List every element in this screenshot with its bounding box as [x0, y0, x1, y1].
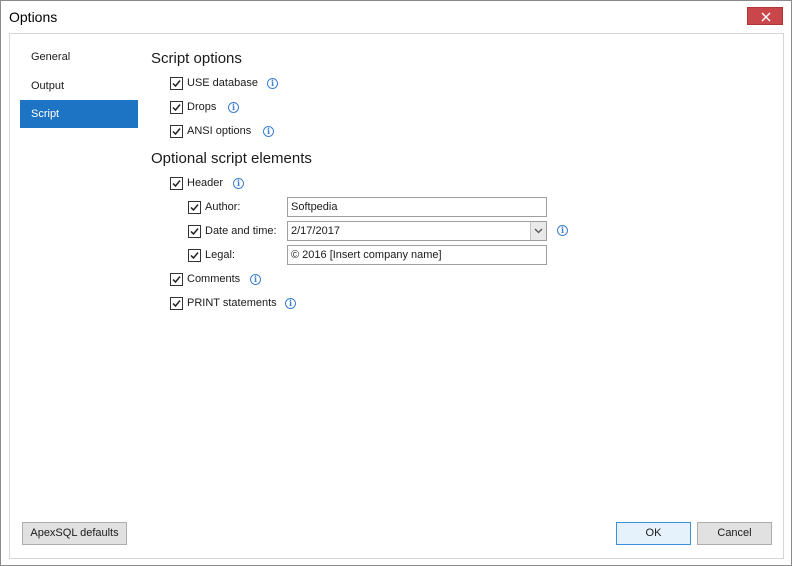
author-input[interactable]: Softpedia [287, 197, 547, 217]
nav-item-output[interactable]: Output [20, 72, 138, 100]
author-label: Author: [205, 201, 241, 213]
legal-checkbox[interactable] [188, 248, 201, 262]
comments-option[interactable]: Comments [170, 270, 240, 288]
ansi-options-label: ANSI options [187, 125, 252, 137]
comments-checkbox[interactable] [170, 272, 183, 286]
header-option[interactable]: Header [170, 174, 223, 192]
author-option[interactable]: Author: [188, 198, 240, 216]
info-icon[interactable]: i [233, 178, 244, 189]
info-icon[interactable]: i [285, 298, 296, 309]
checkmark-icon [190, 227, 199, 235]
print-statements-option[interactable]: PRINT statements [170, 294, 277, 312]
print-statements-checkbox[interactable] [170, 296, 183, 310]
nav-item-general[interactable]: General [20, 43, 138, 71]
title-bar: Options [1, 1, 791, 33]
date-time-checkbox[interactable] [188, 224, 201, 238]
checkmark-icon [172, 103, 181, 111]
info-icon[interactable]: i [267, 78, 278, 89]
date-time-label: Date and time: [205, 225, 277, 237]
dropdown-button[interactable] [530, 222, 546, 240]
checkmark-icon [172, 299, 181, 307]
legal-label: Legal: [205, 249, 235, 261]
header-label: Header [187, 177, 224, 189]
chevron-down-icon [534, 228, 543, 234]
cancel-button[interactable]: Cancel [697, 522, 772, 545]
date-time-option[interactable]: Date and time: [188, 222, 277, 240]
comments-label: Comments [187, 273, 241, 285]
info-icon[interactable]: i [250, 274, 261, 285]
apexsql-defaults-button[interactable]: ApexSQL defaults [22, 522, 127, 545]
info-icon[interactable]: i [263, 126, 274, 137]
script-options-heading: Script options [151, 50, 242, 67]
nav-item-script[interactable]: Script [20, 100, 138, 128]
header-checkbox[interactable] [170, 176, 183, 190]
legal-input[interactable]: © 2016 [Insert company name] [287, 245, 547, 265]
checkmark-icon [172, 79, 181, 87]
checkmark-icon [190, 203, 199, 211]
date-time-select[interactable]: 2/17/2017 [287, 221, 547, 241]
author-checkbox[interactable] [188, 200, 201, 214]
options-dialog: Options General Output Script Script opt… [0, 0, 792, 566]
use-database-option[interactable]: USE database [170, 74, 258, 92]
print-statements-label: PRINT statements [187, 297, 277, 309]
date-time-value: 2/17/2017 [291, 225, 340, 237]
close-button[interactable] [747, 7, 783, 25]
checkmark-icon [172, 179, 181, 187]
close-icon [761, 12, 771, 22]
drops-option[interactable]: Drops [170, 98, 216, 116]
use-database-label: USE database [187, 77, 258, 89]
checkmark-icon [190, 251, 199, 259]
drops-label: Drops [187, 101, 217, 113]
checkmark-icon [172, 275, 181, 283]
ok-button[interactable]: OK [616, 522, 691, 545]
optional-elements-heading: Optional script elements [151, 150, 312, 167]
window-title: Options [9, 9, 58, 25]
ansi-options-checkbox[interactable] [170, 124, 183, 138]
info-icon[interactable]: i [228, 102, 239, 113]
ansi-options-option[interactable]: ANSI options [170, 122, 251, 140]
checkmark-icon [172, 127, 181, 135]
info-icon[interactable]: i [557, 225, 568, 236]
use-database-checkbox[interactable] [170, 76, 183, 90]
content-frame: General Output Script Script options USE… [9, 33, 784, 559]
legal-option[interactable]: Legal: [188, 246, 235, 264]
drops-checkbox[interactable] [170, 100, 183, 114]
